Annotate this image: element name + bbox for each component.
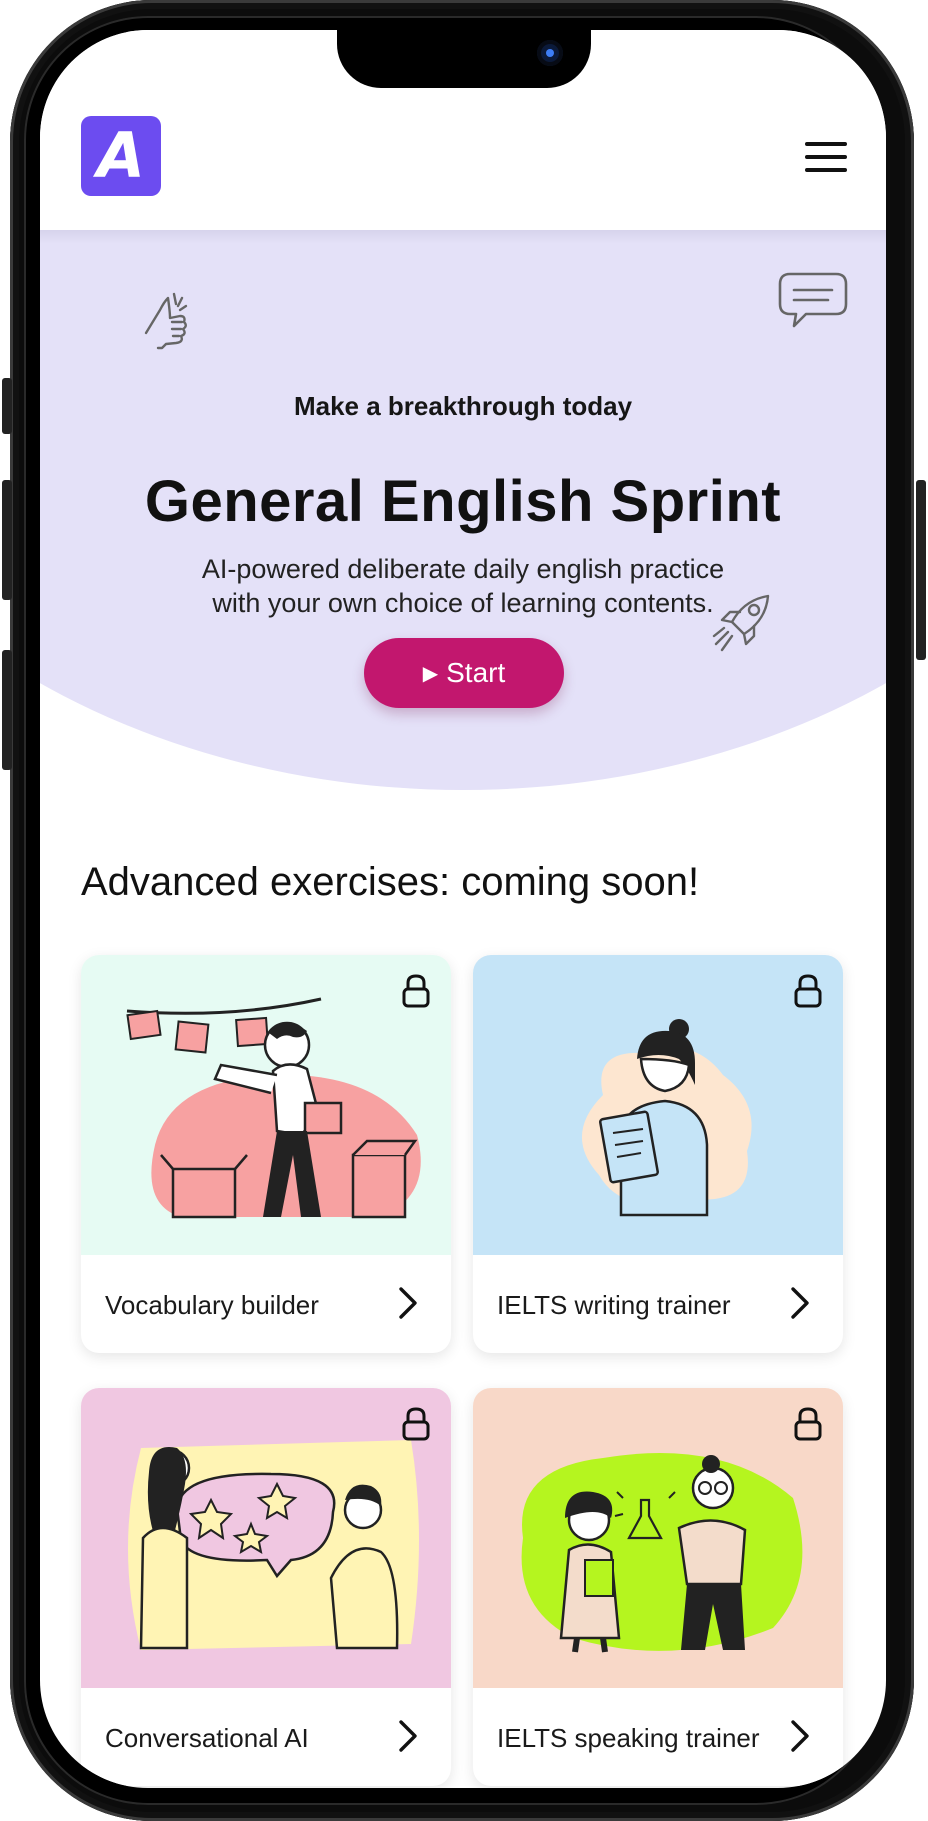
card-label: Vocabulary builder <box>105 1290 319 1320</box>
hero-description: AI-powered deliberate daily english prac… <box>163 552 763 620</box>
header-shadow <box>40 230 886 244</box>
chevron-right-icon[interactable] <box>787 1285 813 1321</box>
phone-screen: A Make a breakthrough today General Engl… <box>40 30 886 1788</box>
chevron-right-icon[interactable] <box>787 1718 813 1754</box>
app-logo[interactable]: A <box>81 116 161 196</box>
phone-side-button-volume-up <box>2 480 12 600</box>
vocabulary-illustration <box>81 955 451 1255</box>
front-camera <box>537 40 563 66</box>
hero-eyebrow: Make a breakthrough today <box>293 391 633 421</box>
lock-icon <box>794 974 822 1008</box>
hero-description-line-1: AI-powered deliberate daily english prac… <box>201 554 725 584</box>
start-button[interactable]: ▶ Start <box>364 638 564 708</box>
card-label: Conversational AI <box>105 1723 309 1753</box>
start-button-label: Start <box>446 657 506 688</box>
card-label: IELTS writing trainer <box>497 1290 731 1320</box>
card-label: IELTS speaking trainer <box>497 1723 760 1753</box>
card-ielts-speaking-trainer[interactable]: IELTS speaking trainer <box>473 1388 843 1786</box>
writing-illustration <box>473 955 843 1255</box>
phone-side-button-power <box>916 480 926 660</box>
hero-title: General English Sprint <box>144 469 782 534</box>
lock-icon <box>402 974 430 1008</box>
notch <box>337 30 591 88</box>
card-conversational-ai[interactable]: Conversational AI <box>81 1388 451 1786</box>
thumbs-up-icon <box>144 292 188 350</box>
card-vocabulary-builder[interactable]: Vocabulary builder <box>81 955 451 1353</box>
conversation-illustration <box>81 1388 451 1688</box>
card-ielts-writing-trainer[interactable]: IELTS writing trainer <box>473 955 843 1353</box>
menu-icon[interactable] <box>805 142 847 172</box>
lock-icon <box>402 1407 430 1441</box>
phone-side-button-silent <box>2 378 12 434</box>
chevron-right-icon[interactable] <box>395 1718 421 1754</box>
phone-side-button-volume-down <box>2 650 12 770</box>
speaking-illustration <box>473 1388 843 1688</box>
lock-icon <box>794 1407 822 1441</box>
play-icon: ▶ <box>422 663 439 685</box>
chevron-right-icon[interactable] <box>395 1285 421 1321</box>
hero-description-line-2: with your own choice of learning content… <box>212 588 714 618</box>
chat-bubble-icon <box>778 272 848 328</box>
section-title: Advanced exercises: coming soon! <box>81 860 700 904</box>
